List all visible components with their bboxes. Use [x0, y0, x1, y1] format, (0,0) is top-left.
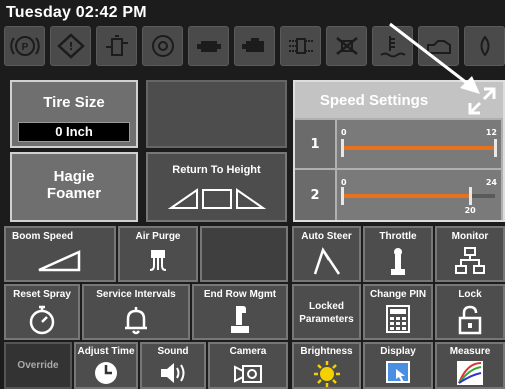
graph-icon	[437, 359, 503, 387]
empty-tile-2	[200, 226, 288, 282]
hagie-foamer-line1: Hagie	[53, 168, 95, 185]
locked-parameters-label: Locked Parameters	[294, 300, 359, 326]
air-purge-button[interactable]: Air Purge	[118, 226, 198, 282]
fuel-filter-icon[interactable]	[96, 26, 137, 66]
slider-1-handle-min[interactable]	[341, 139, 344, 157]
monitor-button[interactable]: Monitor	[435, 226, 505, 282]
parking-brake-icon[interactable]: P	[4, 26, 45, 66]
auto-steer-button[interactable]: Auto Steer	[292, 226, 361, 282]
empty-tile	[146, 80, 287, 148]
engine-icon[interactable]	[188, 26, 229, 66]
camera-button[interactable]: Camera	[208, 342, 288, 389]
fan-icon[interactable]	[142, 26, 183, 66]
adjust-time-button[interactable]: Adjust Time	[74, 342, 138, 389]
slider-2-max: 24	[485, 178, 497, 187]
locked-parameters-button[interactable]: Locked Parameters	[292, 284, 361, 340]
throttle-button[interactable]: Throttle	[363, 226, 433, 282]
adjust-time-label: Adjust Time	[77, 346, 135, 357]
reset-spray-label: Reset Spray	[13, 289, 71, 300]
filter-cross-icon[interactable]	[326, 26, 367, 66]
hagie-foamer-label: Hagie Foamer	[12, 168, 136, 202]
slider-1-min: 0	[341, 128, 347, 137]
camera-label: Camera	[229, 346, 267, 357]
network-icon	[437, 246, 503, 276]
auto-steer-icon	[294, 246, 359, 278]
slider-1-max: 12	[485, 128, 497, 137]
ramp-icon	[6, 248, 114, 274]
display-label: Display	[380, 346, 416, 357]
warning-diamond-icon[interactable]: !	[50, 26, 91, 66]
joystick-icon	[194, 304, 286, 336]
slider-2-index: 2	[295, 170, 335, 220]
locked-parameters-line1: Locked	[308, 301, 344, 312]
touch-display-icon	[365, 359, 431, 387]
auto-steer-label: Auto Steer	[301, 231, 352, 242]
page-title: Tuesday 02:42 PM	[6, 4, 147, 21]
display-button[interactable]: Display	[363, 342, 433, 389]
air-purge-label: Air Purge	[135, 231, 181, 242]
slider-1-index: 1	[295, 120, 335, 168]
boom-speed-button[interactable]: Boom Speed	[4, 226, 116, 282]
svg-text:P: P	[21, 42, 28, 53]
override-button[interactable]: Override	[4, 342, 72, 389]
stopwatch-icon	[6, 304, 78, 336]
lock-label: Lock	[458, 289, 482, 300]
boom-height-icon	[148, 186, 285, 210]
camera-icon	[210, 360, 286, 386]
slider-1-handle-max[interactable]	[494, 139, 497, 157]
slider-1-track	[343, 146, 495, 150]
tire-size-button[interactable]: Tire Size 0 Inch	[10, 80, 138, 148]
speed-slider-2[interactable]: 0 24 20	[337, 170, 501, 220]
slider-2-min: 0	[341, 178, 347, 187]
pointer-arrow-icon	[389, 22, 480, 94]
service-intervals-label: Service Intervals	[96, 289, 176, 300]
service-intervals-button[interactable]: Service Intervals	[82, 284, 190, 340]
keypad-icon	[365, 304, 431, 334]
sound-button[interactable]: Sound	[140, 342, 206, 389]
air-purge-icon	[120, 246, 196, 276]
return-to-height-button[interactable]: Return To Height	[146, 152, 287, 222]
slider-2-value: 20	[464, 206, 476, 215]
sun-icon	[294, 359, 359, 389]
slider-2-handle-value[interactable]	[468, 187, 472, 205]
monitor-label: Monitor	[451, 231, 489, 242]
measure-button[interactable]: Measure	[435, 342, 505, 389]
throttle-icon	[365, 246, 431, 278]
end-row-mgmt-button[interactable]: End Row Mgmt	[192, 284, 288, 340]
tire-size-value: 0 Inch	[18, 122, 130, 142]
sound-label: Sound	[157, 346, 189, 357]
speed-slider-1[interactable]: 0 12	[337, 120, 501, 168]
locked-parameters-line2: Parameters	[299, 314, 354, 325]
engine-alt-icon[interactable]	[234, 26, 275, 66]
change-pin-button[interactable]: Change PIN	[363, 284, 433, 340]
reset-spray-button[interactable]: Reset Spray	[4, 284, 80, 340]
hydraulic-icon[interactable]	[280, 26, 321, 66]
tire-size-label: Tire Size	[43, 94, 105, 111]
hagie-foamer-button[interactable]: Hagie Foamer	[10, 152, 138, 222]
return-to-height-label: Return To Height	[172, 164, 261, 176]
end-row-mgmt-label: End Row Mgmt	[203, 289, 277, 300]
brightness-button[interactable]: Brightness	[292, 342, 361, 389]
slider-2-track-fill	[343, 194, 470, 198]
override-label: Override	[17, 360, 59, 371]
hagie-foamer-line2: Foamer	[46, 185, 102, 202]
change-pin-label: Change PIN	[369, 289, 427, 300]
svg-text:!: !	[68, 40, 73, 53]
slider-2-handle-min[interactable]	[341, 187, 344, 205]
brightness-label: Brightness	[300, 346, 353, 357]
throttle-label: Throttle	[379, 231, 417, 242]
speaker-icon	[142, 360, 204, 386]
clock-icon	[76, 360, 136, 386]
measure-label: Measure	[449, 346, 491, 357]
padlock-icon	[437, 304, 503, 336]
lock-button[interactable]: Lock	[435, 284, 505, 340]
bell-icon	[84, 304, 188, 336]
boom-speed-label: Boom Speed	[12, 231, 74, 242]
